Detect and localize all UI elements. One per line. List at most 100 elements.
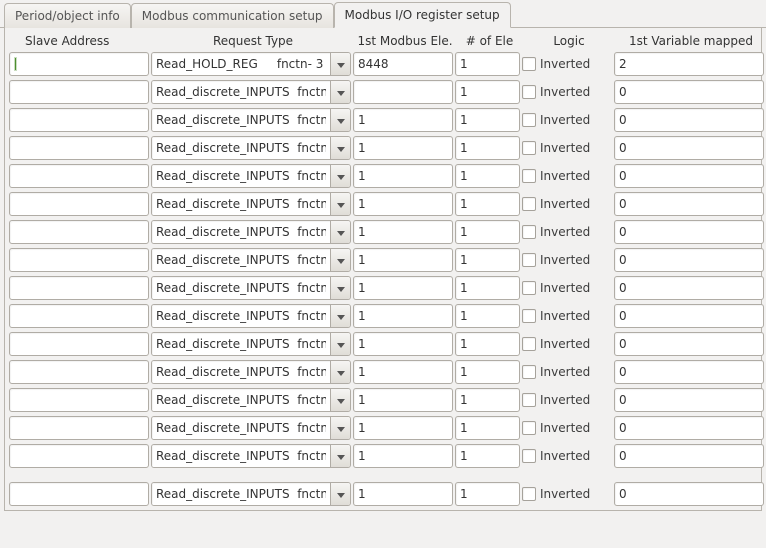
request-type-combo[interactable] xyxy=(151,52,351,76)
first-modbus-ele-input[interactable] xyxy=(353,52,453,76)
request-type-input[interactable] xyxy=(152,81,330,103)
dropdown-button[interactable] xyxy=(330,165,350,187)
request-type-input[interactable] xyxy=(152,109,330,131)
first-variable-input[interactable] xyxy=(614,444,764,468)
num-ele-input[interactable] xyxy=(455,304,520,328)
dropdown-button[interactable] xyxy=(330,277,350,299)
first-modbus-ele-input[interactable] xyxy=(353,276,453,300)
inverted-checkbox[interactable] xyxy=(522,337,536,351)
num-ele-input[interactable] xyxy=(455,332,520,356)
dropdown-button[interactable] xyxy=(330,333,350,355)
inverted-checkbox[interactable] xyxy=(522,421,536,435)
num-ele-input[interactable] xyxy=(455,360,520,384)
request-type-input[interactable] xyxy=(152,193,330,215)
first-modbus-ele-input[interactable] xyxy=(353,304,453,328)
first-variable-input[interactable] xyxy=(614,52,764,76)
request-type-combo[interactable] xyxy=(151,304,351,328)
first-modbus-ele-input[interactable] xyxy=(353,416,453,440)
inverted-checkbox[interactable] xyxy=(522,309,536,323)
request-type-input[interactable] xyxy=(152,137,330,159)
slave-address-input[interactable] xyxy=(9,276,149,300)
dropdown-button[interactable] xyxy=(330,81,350,103)
num-ele-input[interactable] xyxy=(455,52,520,76)
slave-address-input[interactable] xyxy=(9,304,149,328)
dropdown-button[interactable] xyxy=(330,445,350,467)
first-variable-input[interactable] xyxy=(614,80,764,104)
first-variable-input[interactable] xyxy=(614,332,764,356)
slave-address-input[interactable] xyxy=(9,388,149,412)
request-type-combo[interactable] xyxy=(151,164,351,188)
slave-address-input[interactable] xyxy=(9,136,149,160)
request-type-input[interactable] xyxy=(152,53,330,75)
request-type-combo[interactable] xyxy=(151,136,351,160)
inverted-checkbox[interactable] xyxy=(522,169,536,183)
first-variable-input[interactable] xyxy=(614,388,764,412)
num-ele-input[interactable] xyxy=(455,276,520,300)
first-modbus-ele-input[interactable] xyxy=(353,248,453,272)
request-type-input[interactable] xyxy=(152,417,330,439)
num-ele-input[interactable] xyxy=(455,220,520,244)
first-variable-input[interactable] xyxy=(614,276,764,300)
request-type-combo[interactable] xyxy=(151,80,351,104)
request-type-input[interactable] xyxy=(152,277,330,299)
slave-address-input[interactable] xyxy=(9,52,149,76)
inverted-checkbox[interactable] xyxy=(522,85,536,99)
request-type-combo[interactable] xyxy=(151,220,351,244)
first-variable-input[interactable] xyxy=(614,482,764,506)
inverted-checkbox[interactable] xyxy=(522,253,536,267)
slave-address-input[interactable] xyxy=(9,444,149,468)
slave-address-input[interactable] xyxy=(9,80,149,104)
num-ele-input[interactable] xyxy=(455,192,520,216)
slave-address-input[interactable] xyxy=(9,164,149,188)
first-modbus-ele-input[interactable] xyxy=(353,164,453,188)
request-type-combo[interactable] xyxy=(151,248,351,272)
slave-address-input[interactable] xyxy=(9,248,149,272)
inverted-checkbox[interactable] xyxy=(522,113,536,127)
dropdown-button[interactable] xyxy=(330,193,350,215)
inverted-checkbox[interactable] xyxy=(522,197,536,211)
dropdown-button[interactable] xyxy=(330,137,350,159)
request-type-combo[interactable] xyxy=(151,332,351,356)
first-variable-input[interactable] xyxy=(614,304,764,328)
num-ele-input[interactable] xyxy=(455,80,520,104)
slave-address-input[interactable] xyxy=(9,108,149,132)
first-modbus-ele-input[interactable] xyxy=(353,80,453,104)
num-ele-input[interactable] xyxy=(455,108,520,132)
request-type-input[interactable] xyxy=(152,165,330,187)
num-ele-input[interactable] xyxy=(455,416,520,440)
inverted-checkbox[interactable] xyxy=(522,449,536,463)
first-modbus-ele-input[interactable] xyxy=(353,482,453,506)
first-modbus-ele-input[interactable] xyxy=(353,220,453,244)
dropdown-button[interactable] xyxy=(330,417,350,439)
inverted-checkbox[interactable] xyxy=(522,57,536,71)
first-variable-input[interactable] xyxy=(614,220,764,244)
tab-0[interactable]: Period/object info xyxy=(4,3,131,28)
dropdown-button[interactable] xyxy=(330,221,350,243)
inverted-checkbox[interactable] xyxy=(522,225,536,239)
request-type-input[interactable] xyxy=(152,483,330,505)
request-type-combo[interactable] xyxy=(151,444,351,468)
dropdown-button[interactable] xyxy=(330,53,350,75)
first-variable-input[interactable] xyxy=(614,108,764,132)
slave-address-input[interactable] xyxy=(9,192,149,216)
first-modbus-ele-input[interactable] xyxy=(353,108,453,132)
num-ele-input[interactable] xyxy=(455,136,520,160)
dropdown-button[interactable] xyxy=(330,483,350,505)
first-modbus-ele-input[interactable] xyxy=(353,332,453,356)
request-type-input[interactable] xyxy=(152,221,330,243)
first-modbus-ele-input[interactable] xyxy=(353,192,453,216)
first-modbus-ele-input[interactable] xyxy=(353,444,453,468)
request-type-combo[interactable] xyxy=(151,482,351,506)
tab-2[interactable]: Modbus I/O register setup xyxy=(334,2,511,28)
num-ele-input[interactable] xyxy=(455,482,520,506)
request-type-combo[interactable] xyxy=(151,276,351,300)
request-type-combo[interactable] xyxy=(151,108,351,132)
first-variable-input[interactable] xyxy=(614,248,764,272)
first-variable-input[interactable] xyxy=(614,192,764,216)
request-type-input[interactable] xyxy=(152,249,330,271)
tab-1[interactable]: Modbus communication setup xyxy=(131,3,334,28)
dropdown-button[interactable] xyxy=(330,305,350,327)
slave-address-input[interactable] xyxy=(9,482,149,506)
num-ele-input[interactable] xyxy=(455,444,520,468)
inverted-checkbox[interactable] xyxy=(522,393,536,407)
